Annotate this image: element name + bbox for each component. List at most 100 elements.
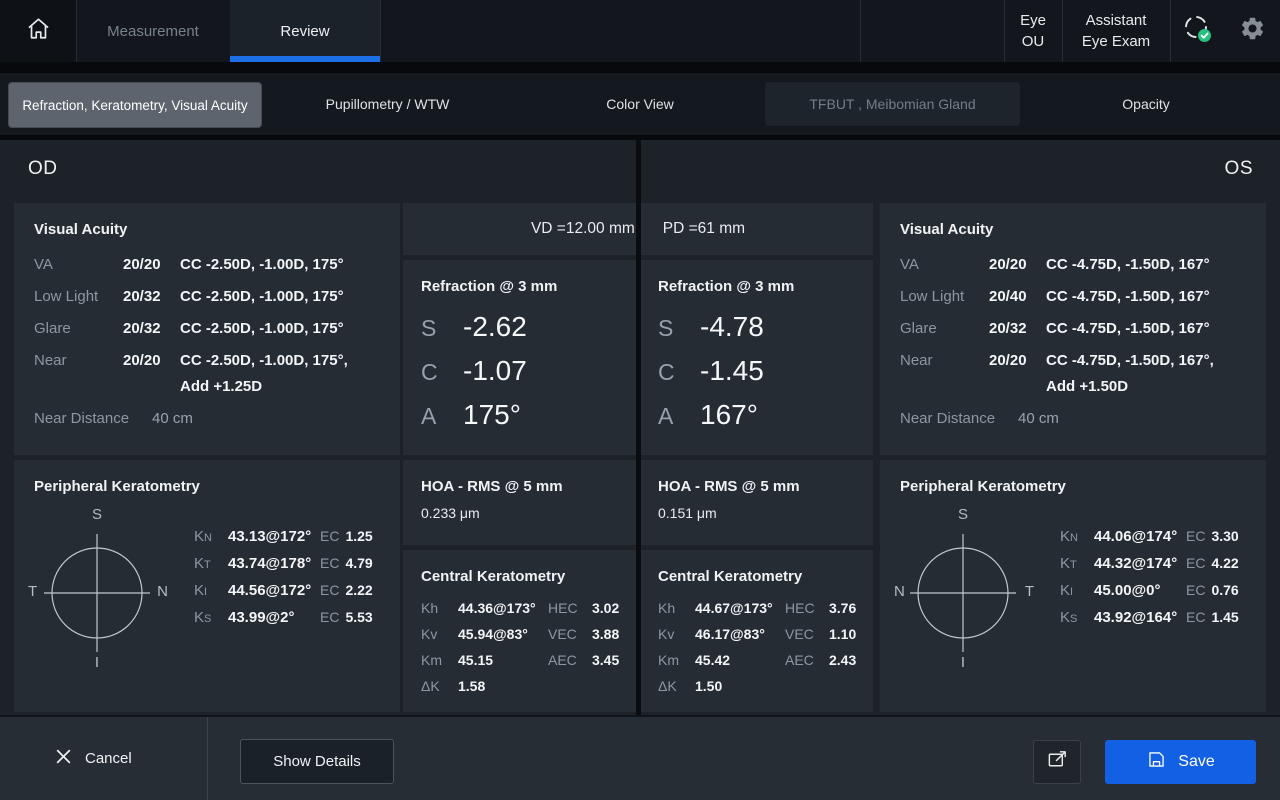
- os-hoa-panel: HOA - RMS @ 5 mm 0.151 μm: [640, 460, 873, 545]
- panel-title: Refraction @ 3 mm: [421, 278, 636, 295]
- peripheral-keratometry-table: KN 43.13@172° EC 1.25 KT 43.74@178° EC 4…: [194, 528, 388, 636]
- rx-value: CC -2.50D, -1.00D, 175°: [180, 316, 344, 342]
- os-central-keratometry-panel: Central Keratometry Kh 44.67@173° HEC 3.…: [640, 550, 873, 712]
- panel-title: Visual Acuity: [34, 221, 382, 238]
- home-button[interactable]: [0, 0, 76, 62]
- visual-acuity-table: VA 20/20 CC -2.50D, -1.00D, 175° Low Lig…: [34, 252, 382, 432]
- panel-title: Refraction @ 3 mm: [658, 278, 873, 295]
- sync-status-button[interactable]: [1180, 13, 1216, 49]
- tab-refraction-keratometry-visual-acuity[interactable]: Refraction, Keratometry, Visual Acuity: [8, 82, 262, 128]
- k-value: 43.92@164°: [1094, 609, 1186, 626]
- central-keratometry-table: Kh 44.36@173° HEC 3.02 Kv 45.94@83° VEC …: [421, 595, 636, 699]
- hoa-rms-value: 0.233 μm: [421, 505, 636, 521]
- assistant-selector[interactable]: Assistant Eye Exam: [1062, 0, 1170, 62]
- acuity-value: 20/32: [123, 284, 180, 310]
- tab-color-view[interactable]: Color View: [515, 82, 765, 126]
- table-row: KT 43.74@178° EC 4.79: [194, 555, 388, 582]
- table-row: ΔK 1.58: [421, 673, 636, 699]
- row-label: Km: [421, 647, 458, 673]
- k-value: 45.94@83°: [458, 621, 548, 647]
- row-label: Near: [900, 348, 989, 374]
- show-details-button[interactable]: Show Details: [240, 739, 394, 784]
- tab-measurement[interactable]: Measurement: [76, 0, 230, 62]
- od-central-keratometry-panel: Central Keratometry Kh 44.36@173° HEC 3.…: [403, 550, 636, 712]
- ec-value: 5.53: [345, 609, 372, 625]
- row-label: Glare: [900, 316, 989, 342]
- ec-label: HEC: [548, 595, 592, 621]
- row-label: VA: [34, 252, 123, 278]
- ec-value: 2.43: [829, 647, 856, 673]
- compass-right-label: T: [1025, 583, 1034, 600]
- tab-pupillometry-wtw[interactable]: Pupillometry / WTW: [260, 82, 515, 126]
- settings-button[interactable]: [1234, 13, 1270, 49]
- ec-value: 1.10: [829, 621, 856, 647]
- axis-label: A: [658, 403, 700, 430]
- compass-right-label: N: [157, 583, 168, 600]
- tab-opacity[interactable]: Opacity: [1020, 82, 1272, 126]
- near-distance-value: 40 cm: [152, 406, 193, 432]
- ec-value: 2.22: [345, 582, 372, 598]
- k-value: 44.06@174°: [1094, 528, 1186, 545]
- k-value: 45.15: [458, 647, 548, 673]
- table-row: Near 20/20 CC -4.75D, -1.50D, 167°, Add …: [900, 348, 1248, 400]
- table-row: A 175°: [421, 399, 636, 443]
- k-value: 46.17@83°: [695, 621, 785, 647]
- table-row: Kv 45.94@83° VEC 3.88: [421, 621, 636, 647]
- divider: [860, 0, 861, 62]
- ec-value: 1.45: [1211, 609, 1238, 625]
- k-value: 45.00@0°: [1094, 582, 1186, 599]
- visual-acuity-table: VA 20/20 CC -4.75D, -1.50D, 167° Low Lig…: [900, 252, 1248, 432]
- active-tab-indicator: [230, 56, 380, 62]
- os-label: OS: [1225, 158, 1253, 180]
- row-label: ΔK: [658, 673, 695, 699]
- results-area: OD OS Visual Acuity VA 20/20 CC -2.50D, …: [0, 140, 1280, 715]
- sphere-label: S: [658, 315, 700, 342]
- tab-review[interactable]: Review: [230, 0, 380, 62]
- rx-value: CC -4.75D, -1.50D, 167°: [1046, 316, 1210, 342]
- sphere-label: S: [421, 315, 463, 342]
- row-label: KN: [1060, 528, 1094, 545]
- export-button[interactable]: [1033, 740, 1081, 784]
- eye-selector[interactable]: Eye OU: [1004, 0, 1062, 62]
- rx-value: CC -2.50D, -1.00D, 175°: [180, 252, 344, 278]
- cylinder-value: -1.07: [463, 355, 527, 387]
- ec-value: 3.76: [829, 595, 856, 621]
- panel-title: Central Keratometry: [658, 568, 873, 585]
- pd-value: PD =61 mm: [663, 220, 745, 238]
- table-row: Glare 20/32 CC -2.50D, -1.00D, 175°: [34, 316, 382, 342]
- row-label: Near: [34, 348, 123, 374]
- compass-graphic: [22, 508, 172, 673]
- sphere-value: -4.78: [700, 311, 764, 343]
- rx-add-line: Add +1.25D: [180, 374, 348, 400]
- os-refraction-panel: Refraction @ 3 mm S -4.78 C -1.45 A 167°: [640, 260, 873, 455]
- ec-label: [548, 673, 592, 699]
- vd-value: VD =12.00 mm: [531, 220, 635, 238]
- row-label: KI: [1060, 582, 1094, 599]
- eye-selector-value: OU: [1022, 31, 1045, 52]
- panel-title: Peripheral Keratometry: [900, 478, 1248, 495]
- k-value: 44.36@173°: [458, 595, 548, 621]
- acuity-value: 20/32: [989, 316, 1046, 342]
- view-tab-bar: Refraction, Keratometry, Visual Acuity P…: [0, 73, 1280, 135]
- table-row: KI 45.00@0° EC 0.76: [1060, 582, 1254, 609]
- cancel-button[interactable]: Cancel: [55, 717, 132, 800]
- tab-tfbut-meibomian-gland[interactable]: TFBUT , Meibomian Gland: [765, 82, 1020, 126]
- save-button[interactable]: Save: [1105, 740, 1256, 784]
- table-row: Low Light 20/40 CC -4.75D, -1.50D, 167°: [900, 284, 1248, 310]
- cancel-label: Cancel: [85, 750, 132, 767]
- eye-orientation-compass: S T N I: [22, 508, 172, 673]
- hoa-rms-value: 0.151 μm: [658, 505, 873, 521]
- compass-superior-label: S: [958, 506, 968, 523]
- ec-label: AEC: [785, 647, 829, 673]
- row-label: Kh: [421, 595, 458, 621]
- compass-left-label: T: [28, 583, 37, 600]
- row-label: KT: [194, 555, 228, 572]
- acuity-value: 20/20: [123, 348, 180, 374]
- row-label: KI: [194, 582, 228, 599]
- ec-label: EC: [1186, 555, 1205, 571]
- row-label: ΔK: [421, 673, 458, 699]
- rx-line1: CC -4.75D, -1.50D, 167°,: [1046, 348, 1214, 374]
- ec-value: 0.76: [1211, 582, 1238, 598]
- save-disk-icon: [1146, 749, 1167, 775]
- row-label: VA: [900, 252, 989, 278]
